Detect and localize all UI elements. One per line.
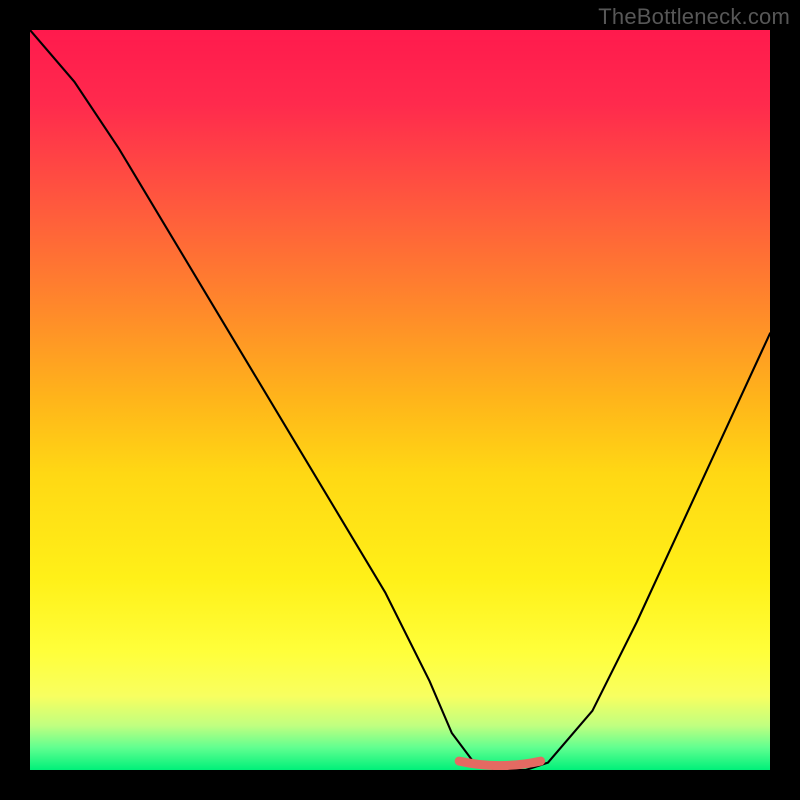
- curve-svg: [30, 30, 770, 770]
- watermark-label: TheBottleneck.com: [598, 4, 790, 30]
- minimum-marker-path: [459, 761, 540, 766]
- plot-area: [30, 30, 770, 770]
- chart-frame: TheBottleneck.com: [0, 0, 800, 800]
- bottleneck-curve-path: [30, 30, 770, 770]
